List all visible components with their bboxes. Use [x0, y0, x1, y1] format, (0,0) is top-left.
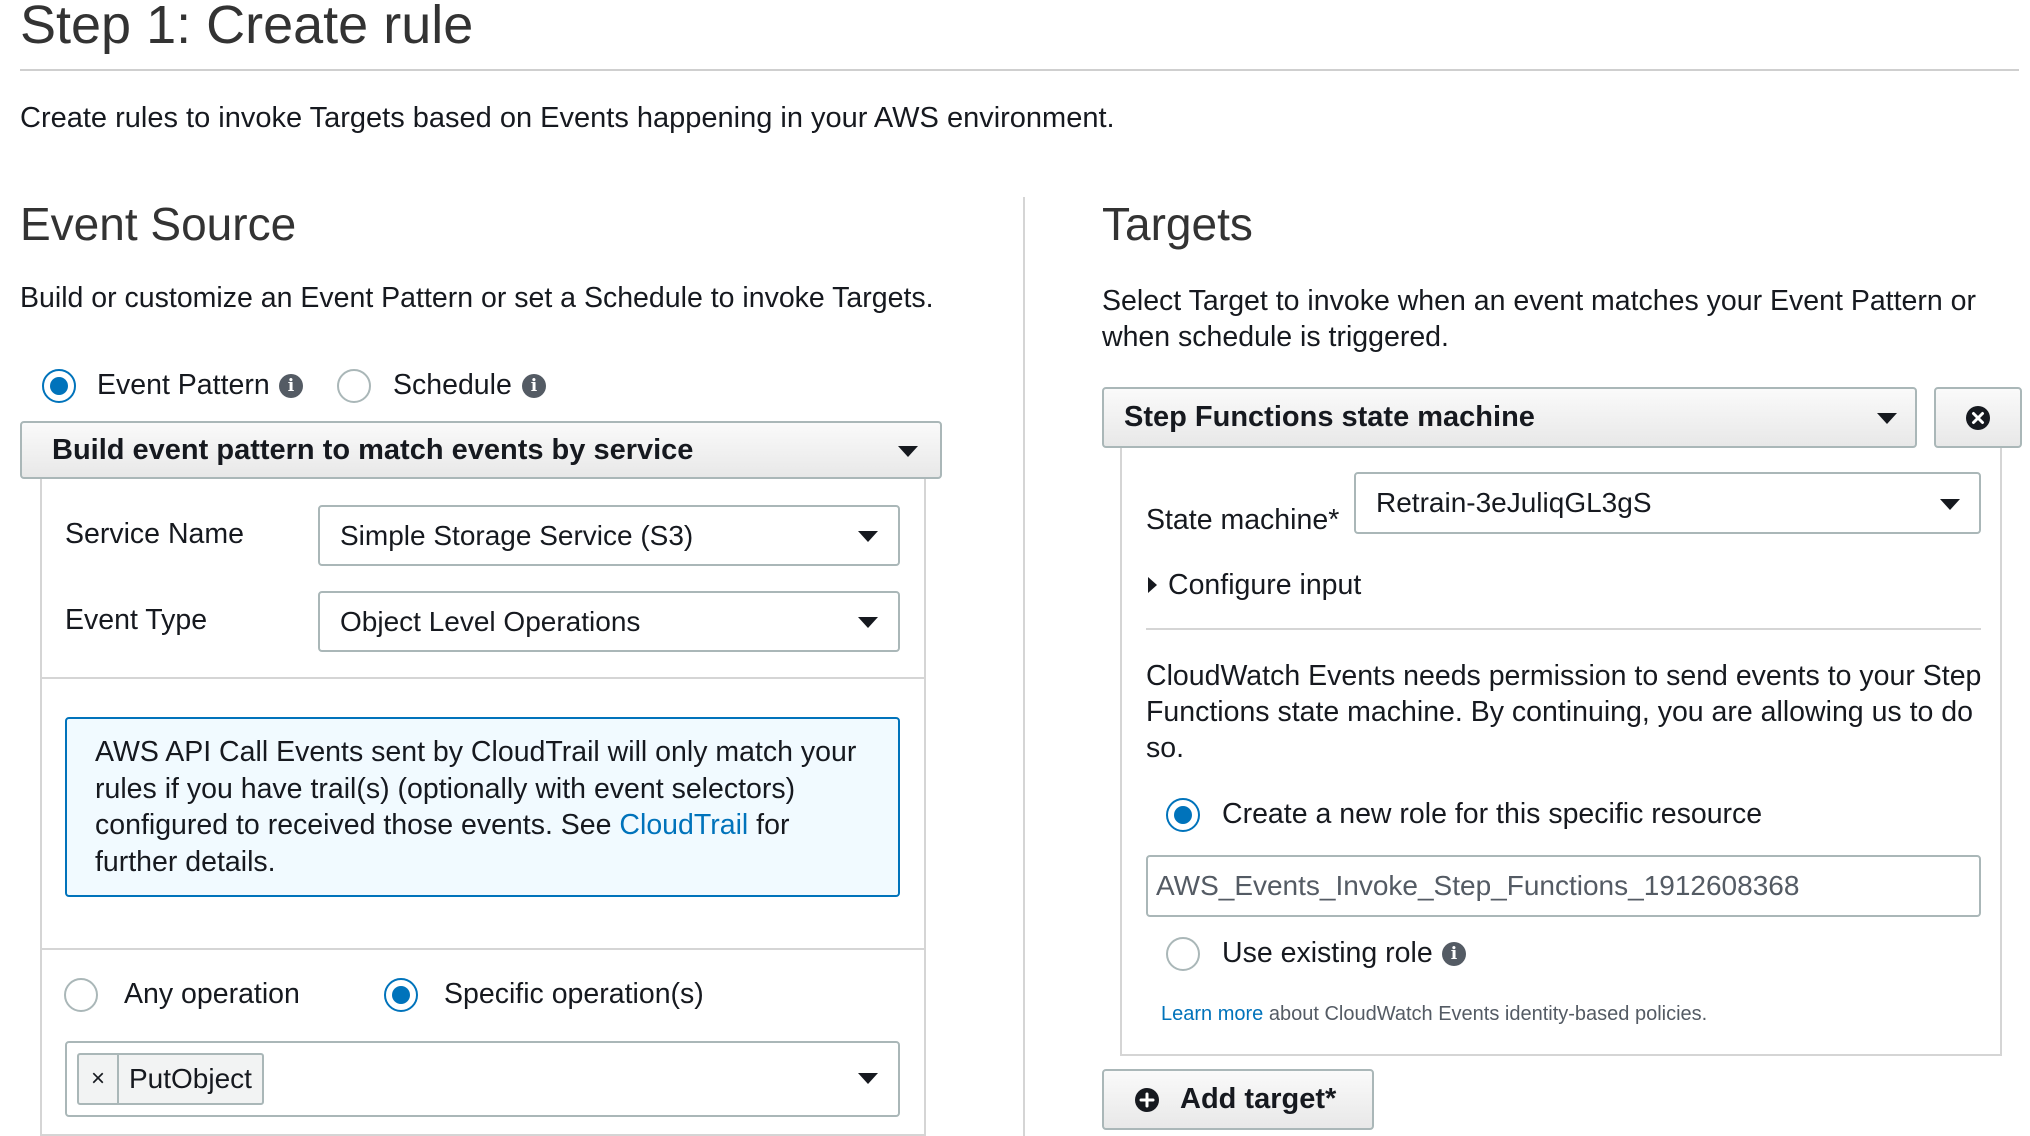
pattern-builder-label: Build event pattern to match events by s… [52, 433, 694, 466]
schedule-radio[interactable] [337, 369, 371, 403]
schedule-info-icon[interactable]: i [522, 374, 546, 398]
use-existing-role-label: Use existing role [1222, 937, 1433, 969]
any-operation-radio[interactable] [64, 978, 98, 1012]
pattern-builder-dropdown[interactable]: Build event pattern to match events by s… [20, 421, 942, 479]
state-machine-select[interactable]: Retrain-3eJuliqGL3gS [1354, 472, 1981, 534]
event-pattern-info-icon[interactable]: i [279, 374, 303, 398]
target-type-label: Step Functions state machine [1124, 401, 1535, 433]
learn-more-line: Learn more about CloudWatch Events ident… [1161, 1003, 1707, 1026]
panel-divider-2 [40, 948, 926, 950]
event-pattern-radio[interactable] [42, 369, 76, 403]
target-type-dropdown[interactable]: Step Functions state machine [1102, 387, 1917, 448]
page-title: Step 1: Create rule [20, 0, 474, 55]
target-type-chevron-down-icon [1877, 413, 1897, 424]
operations-chevron-down-icon [858, 1073, 878, 1084]
add-target-button[interactable]: Add target* [1102, 1069, 1374, 1130]
specific-operations-radio[interactable] [384, 978, 418, 1012]
target-panel-divider [1146, 628, 1981, 630]
event-type-select[interactable]: Object Level Operations [318, 591, 900, 652]
add-circle-icon [1135, 1087, 1159, 1112]
learn-more-suffix: about CloudWatch Events identity-based p… [1268, 1003, 1708, 1025]
cloudtrail-notice: AWS API Call Events sent by CloudTrail w… [65, 717, 900, 897]
create-role-label: Create a new role for this specific reso… [1222, 798, 1763, 830]
configure-input-toggle[interactable]: Configure input [1168, 569, 1361, 602]
close-circle-icon [1966, 405, 1990, 430]
caret-right-icon [1148, 577, 1157, 593]
permission-text: CloudWatch Events needs permission to se… [1146, 660, 1982, 764]
targets-heading: Targets [1102, 198, 1253, 250]
remove-target-button[interactable] [1934, 387, 2022, 448]
existing-role-info-icon[interactable]: i [1442, 942, 1466, 966]
operation-token: × PutObject [77, 1053, 264, 1105]
event-source-description: Build or customize an Event Pattern or s… [20, 282, 934, 314]
schedule-label: Schedule [393, 369, 512, 401]
pattern-builder-chevron-down-icon [898, 446, 918, 457]
role-name-input[interactable]: AWS_Events_Invoke_Step_Functions_1912608… [1146, 855, 1981, 917]
use-existing-role-radio[interactable] [1166, 937, 1200, 971]
targets-description: Select Target to invoke when an event ma… [1102, 285, 1976, 353]
create-role-radio[interactable] [1166, 798, 1200, 832]
service-name-chevron-down-icon [858, 531, 878, 542]
add-target-label: Add target* [1180, 1083, 1337, 1115]
operations-multiselect[interactable]: × PutObject [65, 1041, 900, 1117]
any-operation-label: Any operation [124, 978, 300, 1010]
state-machine-value: Retrain-3eJuliqGL3gS [1376, 487, 1652, 518]
token-remove-icon[interactable]: × [79, 1055, 119, 1103]
state-machine-label: State machine* [1146, 504, 1340, 536]
page-intro: Create rules to invoke Targets based on … [20, 102, 1115, 134]
event-type-chevron-down-icon [858, 617, 878, 628]
service-name-select[interactable]: Simple Storage Service (S3) [318, 505, 900, 566]
event-pattern-label: Event Pattern [97, 369, 270, 401]
service-name-value: Simple Storage Service (S3) [340, 519, 694, 551]
operation-token-label: PutObject [129, 1063, 252, 1094]
column-divider [1023, 197, 1025, 1136]
state-machine-chevron-down-icon [1940, 499, 1960, 510]
event-type-label: Event Type [65, 604, 208, 636]
specific-operations-label: Specific operation(s) [444, 978, 704, 1010]
panel-divider-1 [40, 677, 926, 679]
service-name-label: Service Name [65, 518, 244, 550]
event-source-heading: Event Source [20, 198, 297, 250]
cloudtrail-link[interactable]: CloudTrail [619, 809, 748, 841]
title-divider [20, 69, 2019, 71]
role-name-value: AWS_Events_Invoke_Step_Functions_1912608… [1156, 870, 1800, 901]
event-type-value: Object Level Operations [340, 605, 641, 637]
learn-more-link[interactable]: Learn more [1161, 1003, 1263, 1025]
